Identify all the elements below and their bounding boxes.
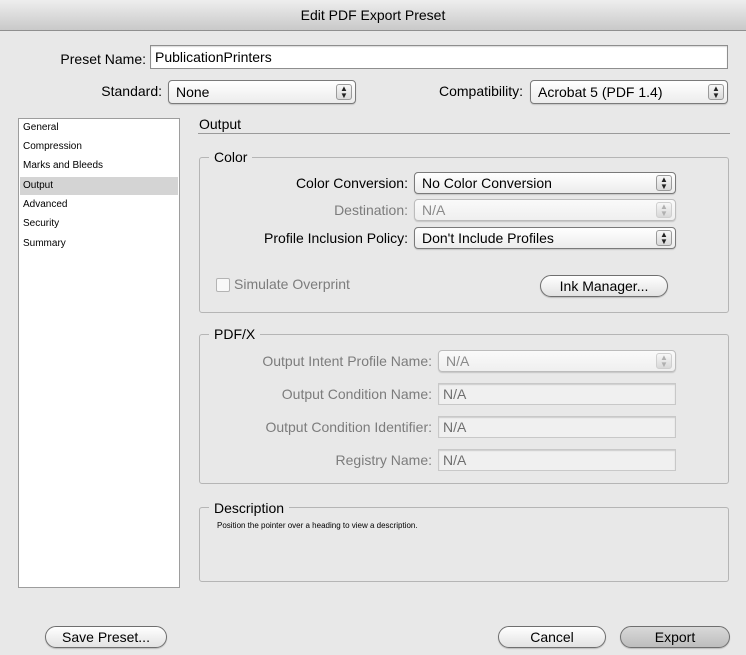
standard-popup[interactable]: None ▲ ▼ bbox=[168, 80, 356, 104]
output-condition-name-label: Output Condition Name: bbox=[281, 386, 432, 402]
popup-arrows-icon: ▲ ▼ bbox=[656, 175, 672, 191]
simulate-overprint-checkbox bbox=[216, 278, 230, 292]
destination-popup: N/A ▲ ▼ bbox=[414, 199, 676, 221]
compatibility-label: Compatibility: bbox=[438, 83, 523, 99]
compatibility-value: Acrobat 5 (PDF 1.4) bbox=[538, 84, 663, 100]
window-title-bar: Edit PDF Export Preset bbox=[0, 0, 746, 31]
color-group-title: Color bbox=[209, 149, 253, 165]
popup-arrows-icon: ▲ ▼ bbox=[656, 353, 672, 369]
heading-divider bbox=[198, 133, 730, 134]
popup-arrows-icon: ▲ ▼ bbox=[656, 230, 672, 246]
popup-arrows-icon: ▲ ▼ bbox=[656, 202, 672, 218]
export-button[interactable]: Export bbox=[620, 626, 730, 648]
pdfx-group-title: PDF/X bbox=[209, 326, 261, 342]
panel-heading: Output bbox=[199, 116, 242, 132]
window-title: Edit PDF Export Preset bbox=[300, 7, 446, 23]
standard-value: None bbox=[176, 84, 210, 100]
sidebar-item-security[interactable]: Security bbox=[20, 215, 178, 233]
color-conversion-label: Color Conversion: bbox=[295, 175, 408, 191]
save-preset-button[interactable]: Save Preset... bbox=[45, 626, 167, 648]
output-intent-popup: N/A ▲ ▼ bbox=[438, 350, 676, 372]
cancel-button[interactable]: Cancel bbox=[498, 626, 606, 648]
color-conversion-value: No Color Conversion bbox=[422, 175, 552, 191]
category-list: General Compression Marks and Bleeds Out… bbox=[18, 118, 180, 588]
sidebar-item-output[interactable]: Output bbox=[20, 177, 178, 195]
profile-policy-label: Profile Inclusion Policy: bbox=[264, 230, 408, 246]
profile-policy-value: Don't Include Profiles bbox=[422, 230, 554, 246]
preset-name-label: Preset Name: bbox=[60, 51, 146, 67]
compatibility-popup[interactable]: Acrobat 5 (PDF 1.4) ▲ ▼ bbox=[530, 80, 728, 104]
ink-manager-button[interactable]: Ink Manager... bbox=[540, 275, 668, 297]
sidebar-item-summary[interactable]: Summary bbox=[20, 235, 178, 253]
preset-name-field[interactable]: PublicationPrinters bbox=[150, 45, 728, 69]
description-group bbox=[199, 507, 729, 582]
destination-value: N/A bbox=[422, 202, 446, 218]
output-intent-value: N/A bbox=[446, 353, 470, 369]
sidebar-item-general[interactable]: General bbox=[20, 119, 178, 137]
registry-name-label: Registry Name: bbox=[335, 452, 432, 468]
output-intent-label: Output Intent Profile Name: bbox=[262, 353, 432, 369]
description-title: Description bbox=[209, 500, 290, 516]
standard-label: Standard: bbox=[101, 83, 162, 99]
sidebar-item-advanced[interactable]: Advanced bbox=[20, 196, 178, 214]
destination-label: Destination: bbox=[334, 202, 408, 218]
popup-arrows-icon: ▲ ▼ bbox=[708, 84, 724, 100]
sidebar-item-marks-and-bleeds[interactable]: Marks and Bleeds bbox=[20, 157, 178, 175]
color-conversion-popup[interactable]: No Color Conversion ▲ ▼ bbox=[414, 172, 676, 194]
simulate-overprint-label: Simulate Overprint bbox=[234, 276, 350, 292]
output-condition-identifier-field: N/A bbox=[438, 416, 676, 438]
sidebar-item-compression[interactable]: Compression bbox=[20, 138, 178, 156]
output-condition-name-field: N/A bbox=[438, 383, 676, 405]
output-condition-identifier-label: Output Condition Identifier: bbox=[265, 419, 432, 435]
profile-policy-popup[interactable]: Don't Include Profiles ▲ ▼ bbox=[414, 227, 676, 249]
registry-name-field: N/A bbox=[438, 449, 676, 471]
description-text: Position the pointer over a heading to v… bbox=[217, 521, 418, 530]
popup-arrows-icon: ▲ ▼ bbox=[336, 84, 352, 100]
